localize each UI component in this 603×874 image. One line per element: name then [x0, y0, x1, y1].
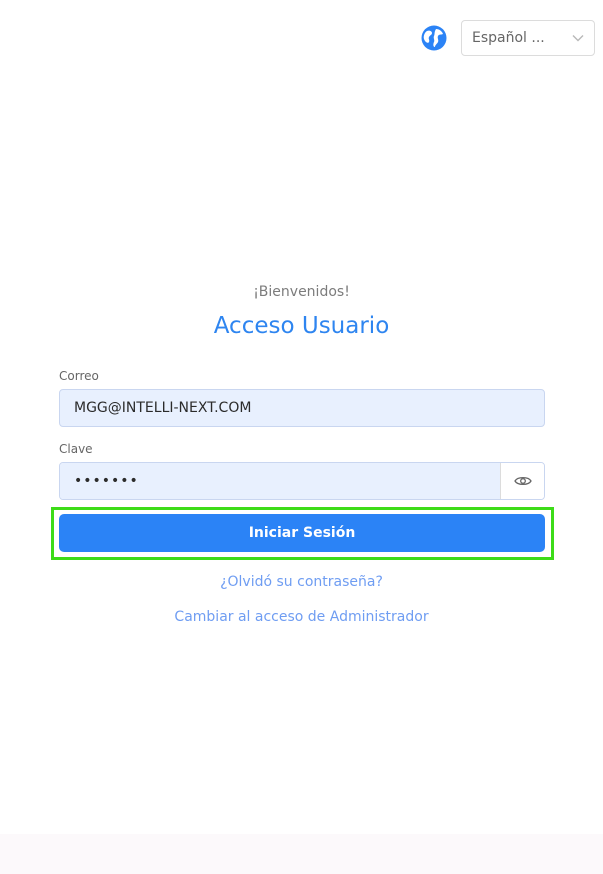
email-field[interactable]: MGG@INTELLI-NEXT.COM: [59, 389, 545, 427]
password-label: Clave: [59, 442, 93, 456]
language-select[interactable]: Español ...: [461, 20, 595, 56]
login-button[interactable]: Iniciar Sesión: [59, 514, 545, 552]
password-field[interactable]: •••••••: [60, 463, 500, 499]
chevron-down-icon: [572, 35, 584, 42]
page-title: Acceso Usuario: [213, 313, 390, 339]
email-label: Correo: [59, 369, 99, 383]
toggle-password-button[interactable]: [500, 463, 544, 499]
language-select-value: Español ...: [472, 30, 545, 46]
footer-band: [0, 834, 603, 874]
welcome-text: ¡Bienvenidos!: [253, 284, 350, 300]
password-group: •••••••: [59, 462, 545, 500]
language-bar: Español ...: [421, 20, 595, 56]
eye-icon: [513, 476, 532, 486]
forgot-password-link[interactable]: ¿Olvidó su contraseña?: [0, 574, 603, 590]
globe-icon[interactable]: [421, 25, 447, 51]
admin-access-link[interactable]: Cambiar al acceso de Administrador: [0, 609, 603, 625]
password-field-value: •••••••: [74, 473, 139, 489]
email-field-value: MGG@INTELLI-NEXT.COM: [74, 400, 252, 416]
